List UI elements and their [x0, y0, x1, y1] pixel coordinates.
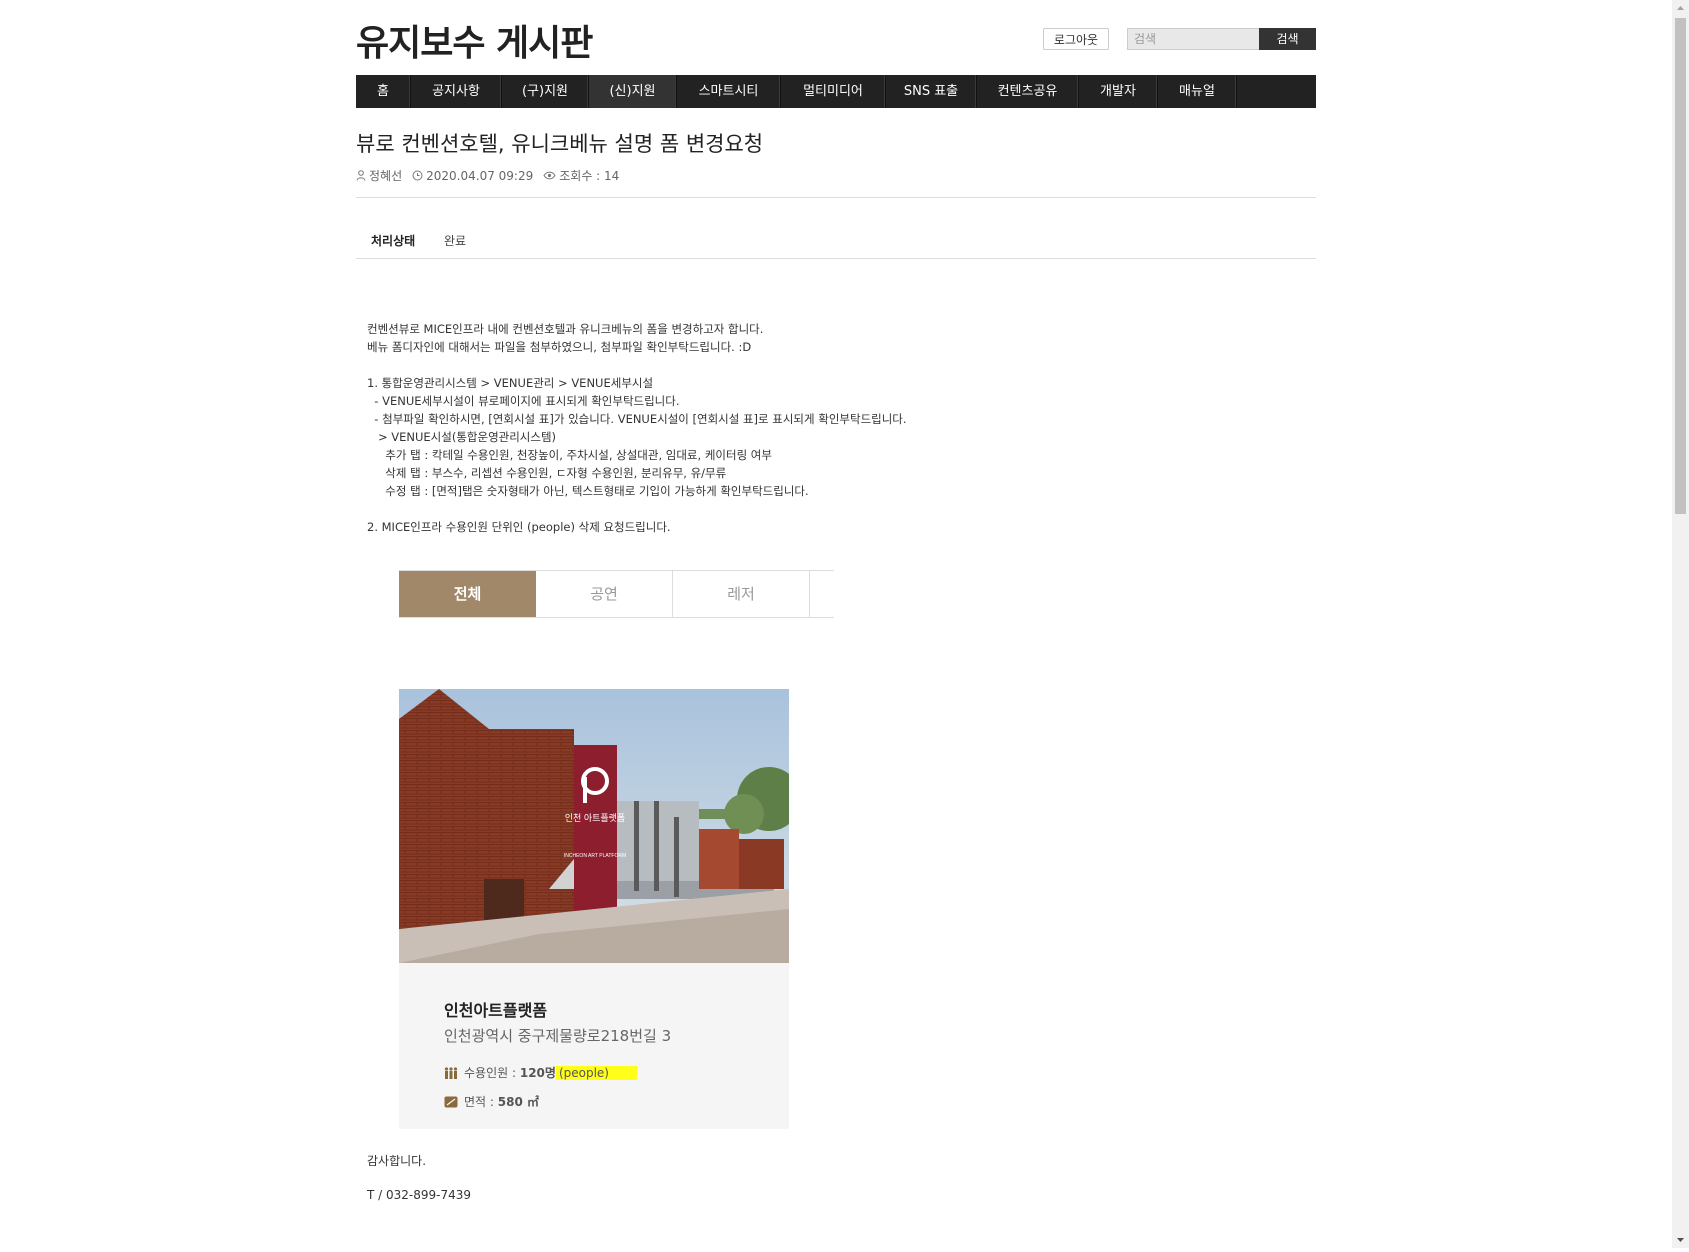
status-label: 처리상태 [371, 234, 416, 248]
venue-area: 면적 : 580 ㎡ [444, 1093, 539, 1110]
nav-item-old-support[interactable]: (구)지원 [502, 75, 589, 108]
site-title[interactable]: 유지보수 게시판 [356, 14, 593, 66]
capacity-unit-highlight: (people) [555, 1066, 637, 1080]
nav-item-manual[interactable]: 매뉴얼 [1158, 75, 1237, 108]
status-row: 처리상태 완료 [356, 232, 466, 249]
user-icon [356, 170, 366, 181]
search-input[interactable]: 검색 [1127, 28, 1259, 50]
status-value: 완료 [444, 234, 467, 248]
sign-text: 인천 아트플랫폼 [565, 813, 625, 823]
nav-item-home[interactable]: 홈 [356, 75, 411, 108]
main-nav: 홈 공지사항 (구)지원 (신)지원 스마트시티 멀티미디어 SNS 표출 컨텐… [356, 75, 1316, 108]
post-views: 조회수 : 14 [559, 169, 620, 183]
divider [356, 197, 1316, 198]
scroll-down-arrow-icon[interactable] [1672, 1231, 1689, 1248]
people-icon [444, 1066, 458, 1079]
scroll-up-arrow-icon[interactable] [1672, 0, 1689, 17]
nav-item-sns[interactable]: SNS 표출 [886, 75, 977, 108]
post-author: 정혜선 [369, 169, 403, 183]
nav-item-notice[interactable]: 공지사항 [411, 75, 502, 108]
nav-item-multimedia[interactable]: 멀티미디어 [781, 75, 886, 108]
search-button[interactable]: 검색 [1259, 28, 1316, 50]
post-body: 컨벤션뷰로 MICE인프라 내에 컨벤션호텔과 유니크베뉴의 폼을 변경하고자 … [367, 322, 907, 534]
venue-capacity: 수용인원 : 120명 (people) [444, 1064, 637, 1081]
nav-item-developer[interactable]: 개발자 [1079, 75, 1158, 108]
venue-address: 인천광역시 중구제물량로218번길 3 [444, 1027, 672, 1045]
tab-leisure[interactable]: 레저 [673, 571, 810, 617]
scrollbar-thumb[interactable] [1675, 18, 1686, 514]
area-icon [444, 1096, 458, 1107]
eye-icon [543, 171, 556, 180]
area-label: 면적 : [464, 1095, 498, 1109]
venue-name: 인천아트플랫폼 [444, 1001, 548, 1020]
clock-icon [412, 170, 423, 181]
divider [356, 258, 1316, 259]
tab-partial [810, 571, 834, 617]
vertical-scrollbar[interactable] [1672, 0, 1689, 1248]
phone-number: T / 032-899-7439 [367, 1188, 472, 1202]
post-title: 뷰로 컨벤션호텔, 유니크베뉴 설명 폼 변경요청 [356, 132, 764, 156]
nav-item-content-share[interactable]: 컨텐츠공유 [977, 75, 1079, 108]
capacity-value: 120명 [519, 1066, 556, 1080]
post-datetime: 2020.04.07 09:29 [426, 168, 534, 183]
venue-photo: 인천 아트플랫폼 INCHEON ART PLATFORM [399, 689, 789, 963]
venue-photo-illustration: 인천 아트플랫폼 INCHEON ART PLATFORM [399, 689, 789, 963]
nav-item-smartcity[interactable]: 스마트시티 [677, 75, 781, 108]
nav-item-new-support[interactable]: (신)지원 [589, 75, 677, 108]
venue-card: 인천 아트플랫폼 INCHEON ART PLATFORM 인천아트플랫폼 인천… [399, 689, 789, 1129]
tab-all[interactable]: 전체 [399, 571, 536, 617]
venue-tabs: 전체 공연 레저 [399, 570, 834, 618]
sign-subtext: INCHEON ART PLATFORM [564, 853, 626, 859]
closing-text: 감사합니다. [367, 1154, 427, 1168]
capacity-label: 수용인원 : [464, 1066, 520, 1080]
tab-performance[interactable]: 공연 [536, 571, 673, 617]
area-value: 580 ㎡ [497, 1095, 539, 1109]
post-meta: 정혜선 2020.04.07 09:29 조회수 : 14 [356, 167, 619, 184]
logout-button[interactable]: 로그아웃 [1043, 28, 1109, 50]
